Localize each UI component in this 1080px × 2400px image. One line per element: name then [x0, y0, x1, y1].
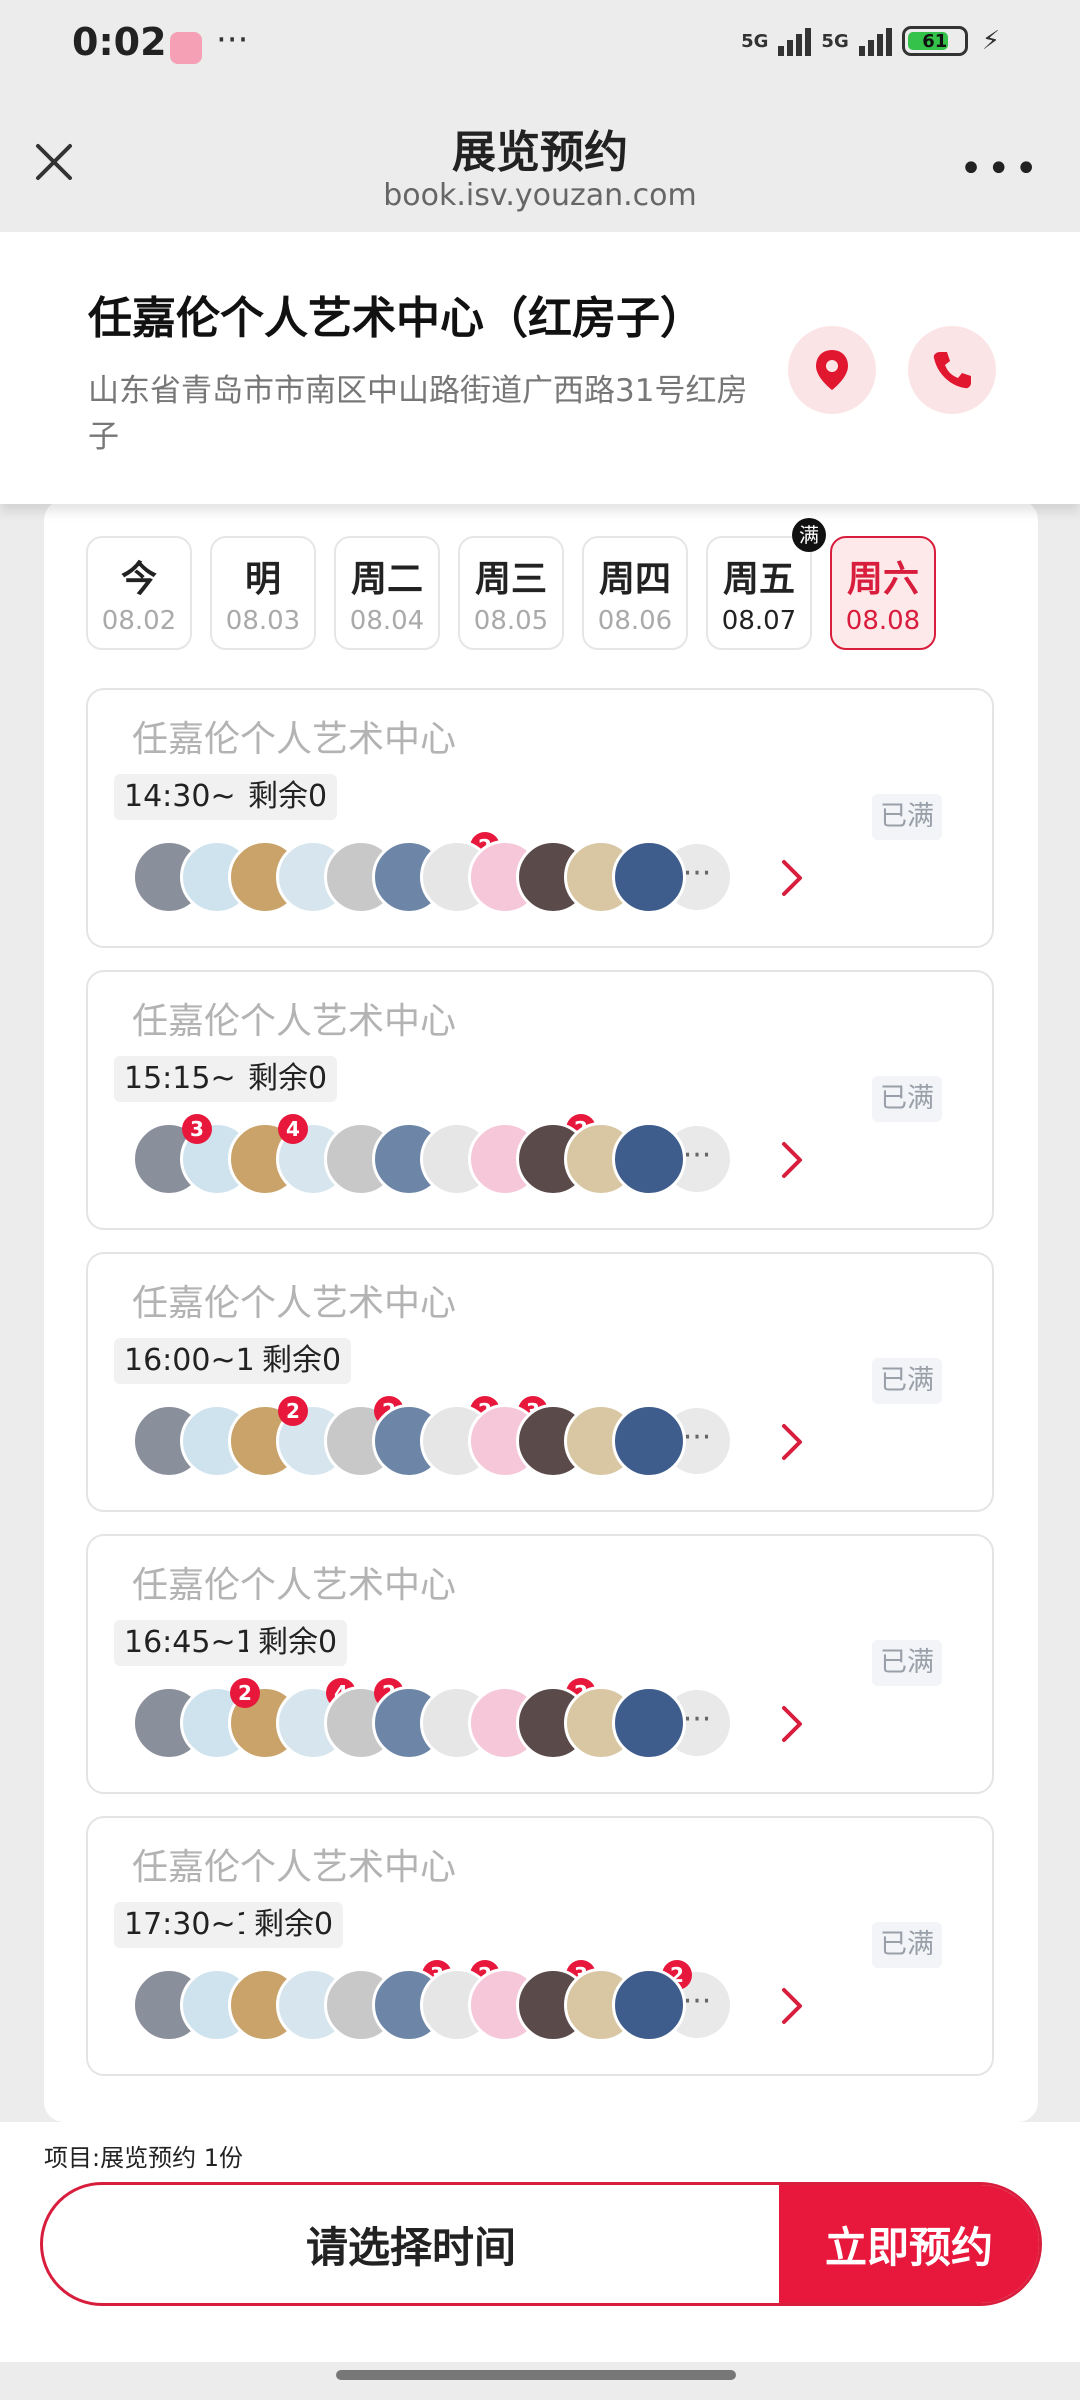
slot-status-badge: 已满: [872, 1358, 942, 1404]
slot-venue-name: 任嘉伦个人艺术中心: [132, 719, 457, 760]
slot-status-badge: 已满: [872, 1076, 942, 1122]
avatar: [612, 1686, 686, 1760]
date-day: 周五: [722, 559, 795, 600]
slot-remaining: 剩余0: [238, 1056, 338, 1102]
attendee-avatars: 2422···: [132, 1678, 802, 1762]
date-tab-0[interactable]: 今 08.02: [86, 536, 192, 650]
location-button[interactable]: [788, 326, 876, 414]
more-icon[interactable]: •••: [959, 146, 1042, 192]
avatar-count-badge: 2: [278, 1396, 308, 1426]
date-value: 08.04: [349, 606, 425, 636]
date-day: 今: [120, 559, 157, 600]
store-name: 任嘉伦个人艺术中心（红房子）: [88, 293, 704, 344]
booking-panel: 今 08.02 明 08.03 周二 08.04 周三 08.05 周四 08.06 周五…: [44, 500, 1038, 2122]
full-badge: 满: [792, 518, 826, 552]
location-icon: [816, 350, 848, 390]
date-tab-5[interactable]: 周五 08.07 满: [706, 518, 826, 650]
attendee-avatars: 2223···: [132, 1396, 802, 1480]
network-label-1: 5G: [741, 30, 769, 52]
slot-status-badge: 已满: [872, 794, 942, 840]
date-day: 周四: [598, 559, 671, 600]
date-tab-4[interactable]: 周四 08.06: [582, 536, 688, 650]
avatar: [612, 1122, 686, 1196]
slot-remaining: 剩余0: [248, 1620, 348, 1666]
avatar: [612, 1404, 686, 1478]
time-slot-card[interactable]: 任嘉伦个人艺术中心 16:45~17:30 剩余0 已满 2422···: [86, 1534, 994, 1794]
chevron-right-icon[interactable]: [772, 1420, 812, 1464]
date-day: 周二: [350, 559, 423, 600]
date-value: 08.06: [597, 606, 673, 636]
chevron-right-icon[interactable]: [772, 1138, 812, 1182]
attendee-avatars: 342···: [132, 1114, 802, 1198]
date-day: 周三: [474, 559, 547, 600]
avatar-count-badge: 2: [230, 1678, 260, 1708]
status-bar: 0:02 ··· 5G 5G 61 ⚡: [0, 0, 1080, 92]
slot-venue-name: 任嘉伦个人艺术中心: [132, 1847, 457, 1888]
booking-bar: 请选择时间 立即预约: [40, 2182, 1042, 2306]
date-tab-2[interactable]: 周二 08.04: [334, 536, 440, 650]
signal-icon: [778, 26, 812, 56]
slot-venue-name: 任嘉伦个人艺术中心: [132, 1565, 457, 1606]
attendee-avatars: 3232···: [132, 1960, 802, 2044]
signal-icon-2: [858, 26, 892, 56]
chevron-right-icon[interactable]: [772, 856, 812, 900]
avatar-count-badge: 4: [278, 1114, 308, 1144]
slot-remaining: 剩余0: [238, 774, 338, 820]
project-summary: 项目:展览预约 1份: [44, 2144, 243, 2172]
store-address: 山东省青岛市市南区中山路街道广西路31号红房子: [88, 373, 748, 455]
slot-venue-name: 任嘉伦个人艺术中心: [132, 1283, 457, 1324]
date-day: 周六: [846, 559, 919, 600]
time-slot-card[interactable]: 任嘉伦个人艺术中心 16:00~16:45 剩余0 已满 2223···: [86, 1252, 994, 1512]
book-now-button[interactable]: 立即预约: [779, 2185, 1039, 2303]
time-slot-card[interactable]: 任嘉伦个人艺术中心 15:15~16:00 剩余0 已满 342···: [86, 970, 994, 1230]
page-title: 展览预约: [452, 127, 628, 178]
date-tab-1[interactable]: 明 08.03: [210, 536, 316, 650]
date-value: 08.03: [225, 606, 301, 636]
app-notification-icon: [170, 32, 202, 64]
chevron-right-icon[interactable]: [772, 1984, 812, 2028]
date-tab-6-selected[interactable]: 周六 08.08: [830, 536, 936, 650]
avatar: [612, 840, 686, 914]
page-url: book.isv.youzan.com: [383, 178, 697, 213]
store-info-card: 任嘉伦个人艺术中心（红房子） 山东省青岛市市南区中山路街道广西路31号红房子: [0, 232, 1080, 504]
status-more-dots: ···: [216, 20, 249, 60]
network-indicators: 5G 5G 61 ⚡: [741, 26, 1000, 56]
phone-icon: [933, 352, 971, 389]
attendee-avatars: 2···: [132, 832, 802, 916]
charging-icon: ⚡: [981, 26, 1000, 56]
network-label-2: 5G: [821, 30, 849, 52]
chevron-right-icon[interactable]: [772, 1702, 812, 1746]
time-slot-card[interactable]: 任嘉伦个人艺术中心 14:30~15:15 剩余0 已满 2···: [86, 688, 994, 948]
slot-venue-name: 任嘉伦个人艺术中心: [132, 1001, 457, 1042]
date-selector: 今 08.02 明 08.03 周二 08.04 周三 08.05 周四 08.06 周五…: [86, 518, 936, 650]
slot-status-badge: 已满: [872, 1922, 942, 1968]
time-slot-card[interactable]: 任嘉伦个人艺术中心 17:30~18:15 剩余0 已满 3232···: [86, 1816, 994, 2076]
date-value: 08.05: [473, 606, 549, 636]
date-value: 08.07: [721, 606, 797, 636]
avatar: [612, 1968, 686, 2042]
phone-button[interactable]: [908, 326, 996, 414]
slot-remaining: 剩余0: [244, 1902, 344, 1948]
bottom-action-area: 项目:展览预约 1份 请选择时间 立即预约: [0, 2122, 1080, 2362]
slot-status-badge: 已满: [872, 1640, 942, 1686]
select-time-button[interactable]: 请选择时间: [43, 2185, 779, 2303]
battery-level: 61: [922, 30, 948, 52]
battery-icon: 61: [901, 26, 968, 56]
slot-remaining: 剩余0: [252, 1338, 352, 1384]
date-day: 明: [244, 559, 281, 600]
date-value: 08.02: [101, 606, 177, 636]
status-time: 0:02: [72, 20, 167, 64]
date-value: 08.08: [845, 606, 921, 636]
date-tab-3[interactable]: 周三 08.05: [458, 536, 564, 650]
avatar-count-badge: 3: [182, 1114, 212, 1144]
top-navigation: 展览预约 book.isv.youzan.com •••: [0, 92, 1080, 232]
home-indicator[interactable]: [336, 2370, 736, 2380]
